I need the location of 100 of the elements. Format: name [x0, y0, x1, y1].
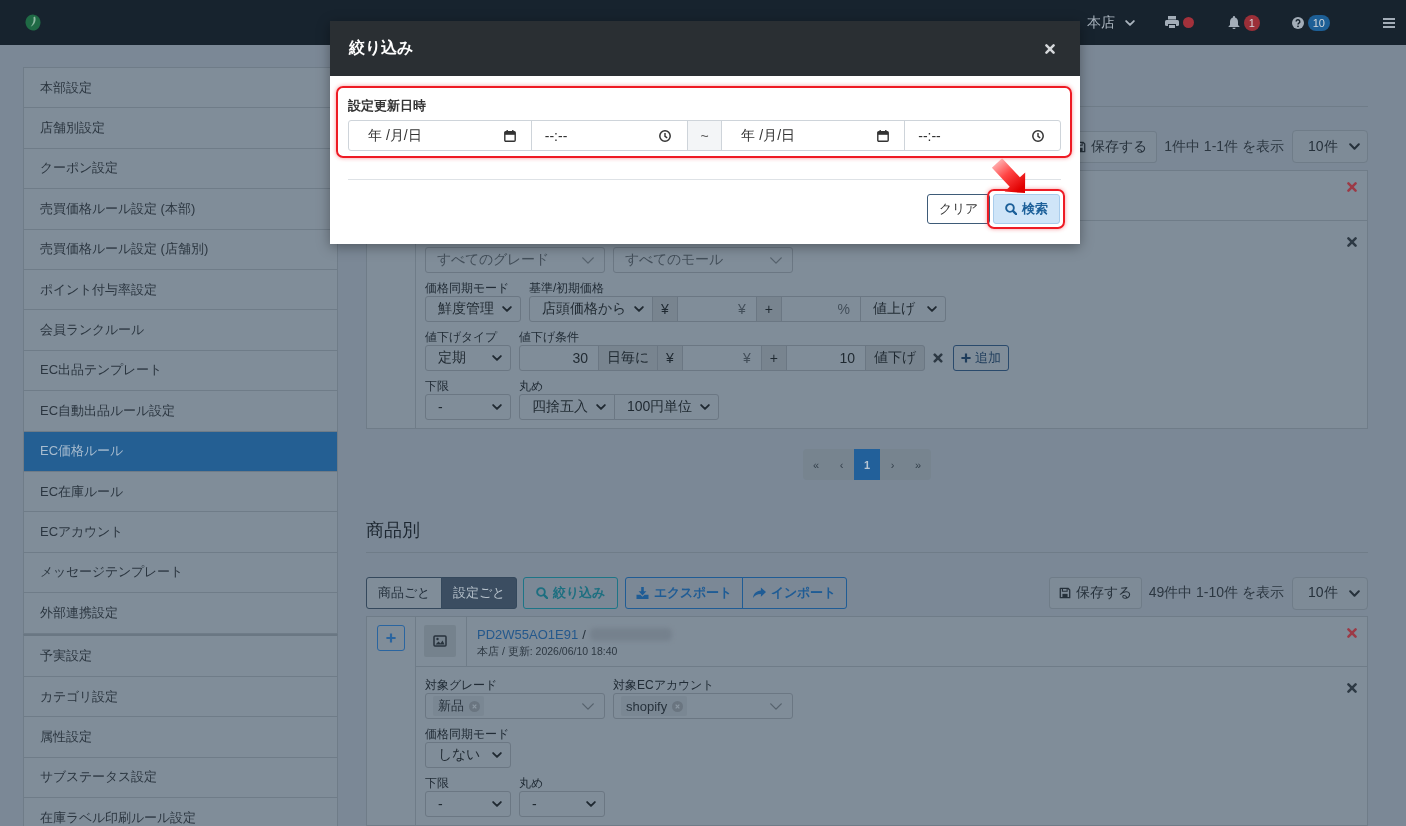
selected-tag[interactable]: 新品: [433, 696, 484, 716]
date-input[interactable]: 年 /月/日: [348, 120, 532, 151]
date-input[interactable]: 年 /月/日: [721, 120, 906, 151]
field-label: 下限: [425, 379, 450, 394]
sidebar-item[interactable]: ポイント付与率設定: [24, 269, 337, 311]
close-icon[interactable]: [1045, 43, 1055, 54]
search-button[interactable]: 検索: [993, 194, 1060, 224]
sidebar-item[interactable]: EC在庫ルール: [24, 471, 337, 513]
help-icon[interactable]: [1291, 16, 1304, 29]
chevron-down-icon: [492, 355, 502, 361]
remove-icon[interactable]: [1347, 683, 1357, 693]
calendar-icon: [503, 129, 516, 142]
chevron-down-icon: [502, 306, 512, 312]
save-icon: [1058, 587, 1071, 599]
field-label: 価格同期モード: [425, 727, 510, 742]
text-input[interactable]: ¥: [681, 345, 762, 371]
sidebar-item[interactable]: 予実設定: [24, 636, 337, 677]
page-size-select[interactable]: 10件: [1292, 130, 1368, 163]
import-button[interactable]: インポート: [742, 577, 847, 609]
page-size-select[interactable]: 10件: [1292, 576, 1368, 610]
share-arrow-icon: [753, 587, 766, 599]
field-label: 下限: [425, 776, 450, 791]
select-dropdown[interactable]: 四捨五入: [519, 394, 615, 420]
sidebar-item[interactable]: EC価格ルール: [24, 431, 337, 472]
text-input[interactable]: 10: [786, 345, 866, 371]
sidebar-item[interactable]: EC出品テンプレート: [24, 350, 337, 392]
input-addon: 日毎に: [598, 345, 658, 371]
product-code-link[interactable]: PD2W55AO1E91: [477, 626, 579, 642]
field-label: 丸め: [519, 379, 544, 394]
select-dropdown[interactable]: しない: [425, 742, 511, 768]
notification-bell-icon[interactable]: [1227, 16, 1240, 29]
remove-icon[interactable]: [933, 353, 943, 363]
multi-select-field[interactable]: 新品: [425, 693, 605, 719]
text-input[interactable]: 30: [519, 345, 599, 371]
menu-icon[interactable]: [1383, 17, 1395, 28]
field-label: 対象グレード: [425, 678, 498, 693]
time-input[interactable]: --:--: [904, 120, 1061, 151]
store-menu-button[interactable]: 本店: [1086, 13, 1135, 32]
chevron-down-icon: [582, 702, 594, 710]
clear-button[interactable]: クリア: [927, 194, 990, 224]
chevron-down-icon: [492, 404, 502, 410]
sidebar-item[interactable]: 会員ランクルール: [24, 310, 337, 351]
help-count-badge: 10: [1307, 14, 1330, 31]
remove-icon[interactable]: [1347, 237, 1357, 247]
pagination-button[interactable]: ›: [879, 449, 906, 480]
download-icon: [636, 587, 649, 599]
sidebar-item[interactable]: EC自動出品ルール設定: [24, 391, 337, 432]
chevron-down-icon: [1349, 143, 1360, 150]
plus-icon: [961, 353, 971, 363]
pagination-button[interactable]: «: [803, 449, 829, 480]
select-dropdown[interactable]: 定期: [425, 345, 511, 371]
result-count-text: 49件中 1-10件 を表示: [1148, 584, 1284, 602]
sidebar-item[interactable]: カテゴリ設定: [24, 676, 337, 718]
input-addon: 値下げ: [865, 345, 925, 371]
pagination-button[interactable]: 1: [854, 449, 880, 480]
clock-icon: [658, 129, 671, 142]
time-input[interactable]: --:--: [530, 120, 688, 151]
add-button[interactable]: 追加: [953, 345, 1009, 371]
logo-icon: [25, 14, 41, 31]
field-label: 対象ECアカウント: [613, 678, 715, 693]
chevron-down-icon: [492, 752, 502, 758]
chevron-down-icon: [586, 801, 596, 807]
sidebar-item[interactable]: ECアカウント: [24, 512, 337, 553]
image-icon: [424, 625, 456, 657]
delete-icon[interactable]: [1347, 182, 1357, 192]
search-icon: [536, 587, 548, 599]
multi-select-field[interactable]: すべてのグレード: [425, 247, 605, 273]
save-button[interactable]: 保存する: [1048, 577, 1142, 609]
select-dropdown[interactable]: 値上げ: [860, 296, 946, 322]
multi-select-field[interactable]: すべてのモール: [613, 247, 793, 273]
select-dropdown[interactable]: -: [425, 791, 511, 817]
selected-tag[interactable]: shopify: [621, 696, 688, 716]
chevron-down-icon: [927, 306, 937, 312]
sidebar-item[interactable]: 在庫ラベル印刷ルール設定: [24, 798, 337, 826]
chevron-down-icon: [492, 801, 502, 807]
view-toggle-button[interactable]: 商品ごと: [366, 577, 442, 609]
text-input[interactable]: ¥: [676, 296, 757, 322]
pagination-button[interactable]: »: [905, 449, 931, 480]
select-dropdown[interactable]: 100円単位: [614, 394, 720, 420]
chevron-down-icon: [770, 702, 782, 710]
printer-icon[interactable]: [1164, 16, 1179, 29]
select-dropdown[interactable]: 店頭価格から: [529, 296, 653, 322]
text-input[interactable]: %: [781, 296, 861, 322]
pagination-button[interactable]: ‹: [828, 449, 855, 480]
range-separator: ~: [686, 120, 723, 151]
view-toggle-button[interactable]: 設定ごと: [441, 577, 517, 609]
sidebar-item[interactable]: 属性設定: [24, 717, 337, 758]
multi-select-field[interactable]: shopify: [613, 693, 793, 719]
select-dropdown[interactable]: 鮮度管理: [425, 296, 521, 322]
section-heading: 商品別: [366, 519, 420, 542]
input-addon: +: [760, 345, 787, 371]
select-dropdown[interactable]: -: [519, 791, 605, 817]
select-dropdown[interactable]: -: [425, 394, 511, 420]
delete-icon[interactable]: [1347, 628, 1357, 638]
export-button[interactable]: エクスポート: [625, 577, 743, 609]
sidebar-item[interactable]: 外部連携設定: [24, 593, 337, 634]
chevron-down-icon: [634, 306, 644, 312]
sidebar-item[interactable]: サブステータス設定: [24, 757, 337, 799]
field-label: 価格同期モード: [425, 281, 510, 296]
sidebar-item[interactable]: メッセージテンプレート: [24, 552, 337, 594]
